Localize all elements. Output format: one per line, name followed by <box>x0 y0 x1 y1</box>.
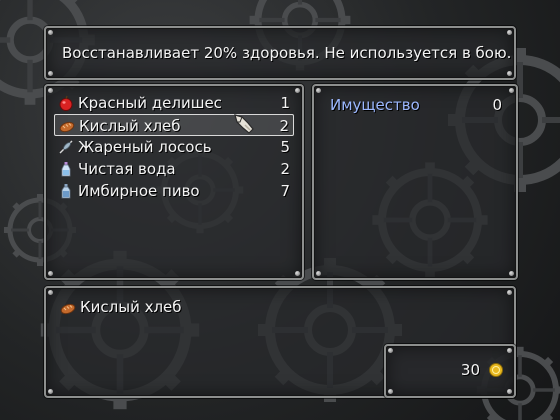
rivet <box>507 290 512 295</box>
item-row-selected[interactable]: Кислый хлеб 2 <box>54 114 294 136</box>
bread-icon <box>60 303 76 315</box>
item-name: Жареный лосось <box>78 138 212 156</box>
rivet <box>48 71 53 76</box>
rivet <box>509 88 514 93</box>
item-name: Имбирное пиво <box>78 182 200 200</box>
rivet <box>388 348 393 353</box>
rivet <box>48 30 53 35</box>
rivet <box>48 290 53 295</box>
gold-amount: 30 <box>460 361 480 379</box>
bread-icon <box>59 121 75 133</box>
item-quantity: 1 <box>280 94 290 112</box>
item-quantity: 2 <box>279 117 289 135</box>
ginger-beer-bottle-icon <box>61 184 71 199</box>
rivet <box>48 271 53 276</box>
rivet <box>295 271 300 276</box>
item-row[interactable]: Чистая вода 2 <box>54 158 294 180</box>
item-quantity: 5 <box>280 138 290 156</box>
rivet <box>316 271 321 276</box>
fish-skewer-icon <box>59 140 73 154</box>
help-window: Восстанавливает 20% здоровья. Не использ… <box>44 26 516 80</box>
rivet <box>316 88 321 93</box>
rivet <box>388 389 393 394</box>
rivet <box>295 88 300 93</box>
rivet <box>507 348 512 353</box>
item-row[interactable]: Жареный лосось 5 <box>54 136 294 158</box>
item-quantity: 7 <box>280 182 290 200</box>
item-row[interactable]: Красный делишес 1 <box>54 92 294 114</box>
item-row[interactable]: Имбирное пиво 7 <box>54 180 294 202</box>
category-count: 0 <box>492 96 502 114</box>
item-name: Кислый хлеб <box>79 117 181 135</box>
category-window: Имущество 0 <box>312 84 518 280</box>
gold-coin-icon <box>489 363 503 377</box>
rivet <box>509 271 514 276</box>
hand-cursor-icon <box>234 114 254 134</box>
rivet <box>507 30 512 35</box>
item-name: Чистая вода <box>78 160 176 178</box>
rivet <box>48 389 53 394</box>
rivet <box>507 71 512 76</box>
apple-icon <box>59 95 73 111</box>
item-quantity: 2 <box>280 160 290 178</box>
rivet <box>507 389 512 394</box>
water-bottle-icon <box>61 162 71 177</box>
gold-window: 30 <box>384 344 516 398</box>
help-text: Восстанавливает 20% здоровья. Не использ… <box>62 44 512 62</box>
item-list-window: Красный делишес 1 Кислый хлеб 2 Жареный … <box>44 84 304 280</box>
rivet <box>48 88 53 93</box>
selected-item-name: Кислый хлеб <box>80 298 182 316</box>
category-label[interactable]: Имущество <box>330 96 420 114</box>
item-name: Красный делишес <box>78 94 222 112</box>
